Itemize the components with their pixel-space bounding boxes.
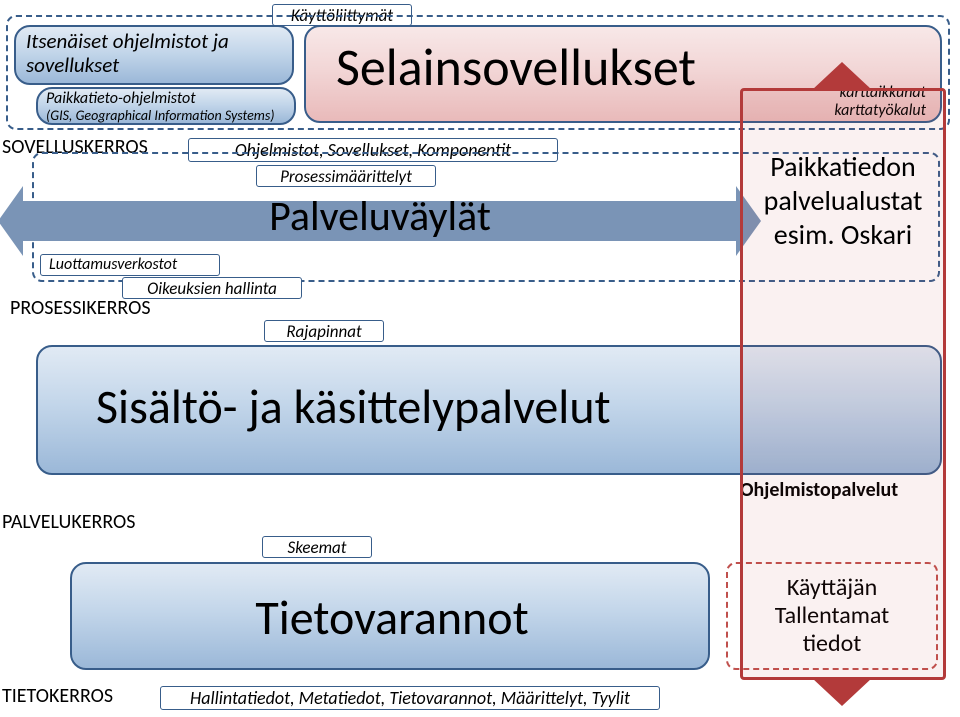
content-services-title: Sisältö- ja käsittelypalvelut: [96, 377, 611, 436]
service-bus-title: Palveluväylät: [0, 191, 760, 242]
platform-l2: palvelualustat: [740, 184, 946, 218]
platform-l1: Paikkatiedon: [740, 150, 946, 184]
red-arrow-down-icon: [812, 678, 872, 706]
process-defs-label: Prosessimäärittelyt: [256, 165, 436, 187]
process-layer-label: PROSESSIKERROS: [10, 296, 151, 320]
gis-title: Paikkatieto-ohjelmistot: [46, 89, 286, 107]
gis-box: Paikkatieto-ohjelmistot (GIS, Geographic…: [36, 87, 296, 125]
service-layer-label: PALVELUKERROS: [2, 510, 135, 534]
service-bus-arrow: Palveluväylät: [0, 186, 760, 256]
browser-apps-title: Selainsovellukset: [336, 35, 696, 99]
platform-text: Paikkatiedon palvelualustat esim. Oskari: [740, 150, 946, 252]
data-repos-box: Tietovarannot: [70, 562, 710, 670]
metadata-label: Hallintatiedot, Metatiedot, Tietovaranno…: [160, 686, 660, 710]
platform-l3: esim. Oskari: [740, 218, 946, 252]
standalone-apps-box: Itsenäiset ohjelmistot ja sovellukset: [14, 25, 294, 85]
data-layer-label: TIETOKERROS: [2, 684, 113, 708]
trust-networks-label: Luottamusverkostot: [40, 254, 220, 276]
data-repos-title: Tietovarannot: [72, 588, 712, 647]
interfaces-label: Rajapinnat: [264, 320, 384, 342]
red-arrow-up-icon: [812, 62, 872, 90]
gis-subtitle: (GIS, Geographical Information Systems): [46, 107, 286, 124]
schemas-label: Skeemat: [262, 536, 372, 558]
